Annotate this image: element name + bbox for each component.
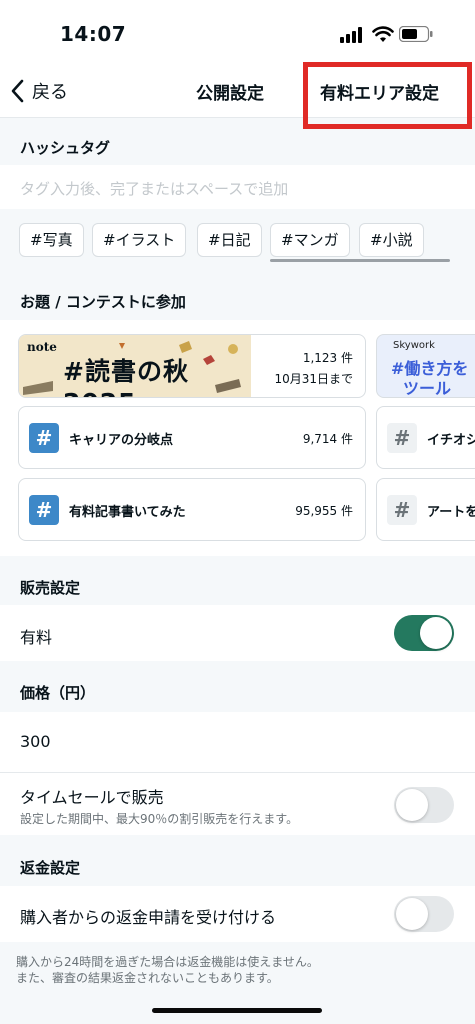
refund-label: 購入者からの返金申請を受け付ける <box>20 908 277 927</box>
refund-toggle[interactable] <box>394 896 454 932</box>
contest-card[interactable]: # アートを <box>376 478 475 541</box>
contest-card-title: 有料記事書いてみた <box>69 505 186 520</box>
banner-count: 1,123 件 <box>302 351 353 365</box>
tag-chip[interactable]: #写真 <box>19 223 84 257</box>
price-row <box>0 712 475 772</box>
hashtag-icon: # <box>387 495 417 525</box>
status-time: 14:07 <box>60 22 127 46</box>
contest-card[interactable]: # 有料記事書いてみた 95,955 件 <box>18 478 366 541</box>
timesale-toggle[interactable] <box>394 787 454 823</box>
wifi-icon <box>372 26 394 42</box>
toggle-knob <box>396 898 428 930</box>
refund-note: 購入から24時間を過ぎた場合は返金機能は使えません。 <box>16 955 319 969</box>
paid-label: 有料 <box>20 628 53 647</box>
timesale-description: 設定した期間中、最大90％の割引販売を行えます。 <box>20 812 299 826</box>
price-input[interactable]: 300 <box>20 732 51 751</box>
home-indicator <box>152 1008 322 1013</box>
refund-note: また、審査の結果返金されないこともあります。 <box>16 971 279 985</box>
skywork-logo: Skywork <box>393 340 435 351</box>
chevron-left-icon <box>11 79 24 103</box>
contest-card-count: 95,955 件 <box>295 504 353 518</box>
banner-deadline: 10月31日まで <box>274 372 353 386</box>
contest-card-count: 9,714 件 <box>302 432 353 446</box>
tab-public-settings[interactable]: 公開設定 <box>196 79 264 104</box>
sales-section-title: 販売設定 <box>20 579 81 597</box>
toggle-knob <box>420 617 452 649</box>
hashtag-icon: # <box>387 423 417 453</box>
banner-image: note #読書の秋2025 <box>19 335 251 397</box>
back-button[interactable]: 戻る <box>10 78 68 104</box>
contest-card-title: キャリアの分岐点 <box>69 433 174 448</box>
banner-headline: #読書の秋2025 <box>63 357 189 397</box>
hashtag-section-title: ハッシュタグ <box>20 139 111 157</box>
tag-chip[interactable]: #イラスト <box>92 223 187 257</box>
back-label: 戻る <box>32 82 68 103</box>
status-bar: 14:07 <box>0 0 475 64</box>
tag-input[interactable]: タグ入力後、完了またはスペースで追加 <box>20 178 288 199</box>
refund-section-title: 返金設定 <box>20 859 81 877</box>
contest-card[interactable]: # キャリアの分岐点 9,714 件 <box>18 406 366 469</box>
contest-banner-reading[interactable]: note #読書の秋2025 1,123 件 10月31日まで <box>18 334 366 398</box>
tag-chip[interactable]: #小説 <box>359 223 424 257</box>
paid-toggle[interactable] <box>394 615 454 651</box>
hashtag-icon: # <box>29 423 59 453</box>
tag-chip[interactable]: #マンガ <box>270 223 350 257</box>
tag-chip[interactable]: #日記 <box>197 223 262 257</box>
timesale-label: タイムセールで販売 <box>20 788 164 807</box>
contest-card[interactable]: # イチオシ <box>376 406 475 469</box>
battery-icon <box>399 26 433 42</box>
nav-bar: 戻る 公開設定 有料エリア設定 <box>0 64 475 118</box>
contest-card-title: アートを <box>427 505 475 520</box>
signal-icon <box>340 27 362 43</box>
hashtag-icon: # <box>29 495 59 525</box>
toggle-knob <box>396 789 428 821</box>
skywork-subline: ツール <box>403 379 452 398</box>
chip-scroll-indicator <box>270 259 450 262</box>
contest-card-title: イチオシ <box>427 433 475 448</box>
contest-banner-skywork[interactable]: Skywork #働き方を ツール <box>376 334 475 398</box>
tab-paid-area-settings[interactable]: 有料エリア設定 <box>320 79 439 104</box>
price-section-title: 価格（円） <box>20 684 96 702</box>
contest-section-title: お題 / コンテストに参加 <box>20 293 186 311</box>
banner-logo: note <box>27 340 57 354</box>
